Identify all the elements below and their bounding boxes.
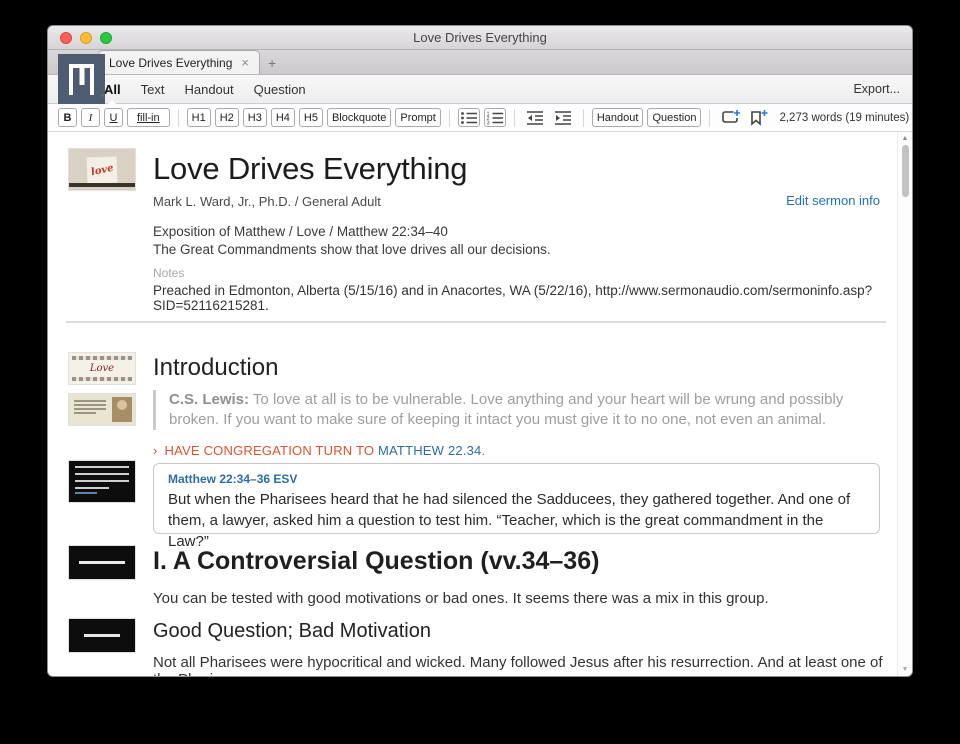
toolbar-separator (709, 109, 710, 127)
formatting-toolbar: B I U fill-in H1 H2 H3 H4 H5 Blockquote … (48, 104, 912, 132)
traffic-lights (60, 32, 112, 44)
svg-text:3: 3 (486, 120, 489, 125)
slide-thumbnail-introduction[interactable]: Love (69, 353, 135, 384)
numbered-list-icon: 123 (486, 111, 504, 125)
bullet-list-icon (460, 111, 478, 125)
subsection-heading[interactable]: Good Question; Bad Motivation (153, 620, 431, 643)
scripture-reference[interactable]: Matthew 22:34–36 ESV (168, 472, 865, 486)
add-bookmark-icon (748, 109, 768, 126)
logos-emblem-icon (69, 64, 94, 95)
logo-dropdown-caret-icon[interactable]: ▼ (99, 93, 106, 100)
slide-thumbnail-cs-lewis-quote[interactable] (69, 394, 135, 425)
sermon-editor-document[interactable]: love Love Drives Everything Mark L. Ward… (48, 132, 912, 676)
sermon-summary-line[interactable]: The Great Commandments show that love dr… (153, 242, 551, 257)
scripture-text: But when the Pharisees heard that he had… (168, 489, 865, 552)
scripture-card[interactable]: Matthew 22:34–36 ESV But when the Pharis… (153, 463, 880, 534)
window-title: Love Drives Everything (48, 26, 912, 49)
new-tab-button[interactable]: + (260, 52, 284, 74)
indent-button[interactable] (551, 108, 575, 127)
fill-in-button[interactable]: fill-in (127, 108, 170, 127)
section-1-heading[interactable]: I. A Controversial Question (vv.34–36) (153, 547, 599, 576)
tab-close-icon[interactable]: × (241, 57, 249, 69)
numbered-list-button[interactable]: 123 (484, 108, 506, 127)
thumbnail-art: love (87, 156, 118, 183)
menu-item-all[interactable]: All (104, 82, 121, 97)
h1-button[interactable]: H1 (187, 108, 211, 127)
h3-button[interactable]: H3 (243, 108, 267, 127)
blockquote-cs-lewis[interactable]: C.S. Lewis: To love at all is to be vuln… (153, 390, 887, 430)
minimize-window-button[interactable] (80, 32, 92, 44)
portrait-art (112, 397, 132, 422)
add-prompt-icon (720, 109, 740, 126)
menu-item-text[interactable]: Text (141, 82, 165, 97)
subsection-paragraph[interactable]: Not all Pharisees were hypocritical and … (153, 654, 883, 676)
vertical-scrollbar[interactable]: ▲ ▼ (897, 132, 912, 676)
toolbar-separator (449, 109, 450, 127)
menu-item-handout[interactable]: Handout (184, 82, 233, 97)
prompt-text: HAVE CONGREGATION TURN TO (165, 443, 378, 458)
edit-sermon-info-link[interactable]: Edit sermon info (786, 193, 880, 208)
add-bookmark-button[interactable] (746, 108, 770, 127)
close-window-button[interactable] (60, 32, 72, 44)
section-1-paragraph[interactable]: You can be tested with good motivations … (153, 590, 769, 607)
active-menu-caret (108, 100, 116, 104)
notes-label: Notes (153, 266, 184, 280)
slide-thumbnail-verse[interactable] (69, 461, 135, 502)
congregation-prompt[interactable]: › HAVE CONGREGATION TURN TO MATTHEW 22.34… (153, 443, 485, 458)
h4-button[interactable]: H4 (271, 108, 295, 127)
notes-text[interactable]: Preached in Edmonton, Alberta (5/15/16) … (153, 283, 912, 313)
tab-bar: Love Drives Everything × + (48, 50, 912, 75)
word-count-status: 2,273 words (19 minutes) (779, 112, 909, 124)
slide-thumbnail-section-1[interactable] (69, 546, 135, 579)
add-prompt-button[interactable] (718, 108, 742, 127)
h5-button[interactable]: H5 (299, 108, 323, 127)
toolbar-separator (178, 109, 179, 127)
export-button[interactable]: Export... (853, 82, 900, 96)
toolbar-separator (514, 109, 515, 127)
toolbar-separator (583, 109, 584, 127)
prompt-scripture-link[interactable]: MATTHEW 22.34 (378, 443, 482, 458)
slide-thumbnail-subheading[interactable] (69, 619, 135, 652)
scrollbar-thumb[interactable] (902, 145, 909, 197)
prompt-chevron-icon: › (153, 443, 158, 458)
logos-logo[interactable] (58, 54, 105, 104)
scroll-down-arrow-icon[interactable]: ▼ (898, 666, 912, 673)
quote-text: To love at all is to be vulnerable. Love… (169, 391, 843, 428)
sermon-series-line[interactable]: Exposition of Matthew / Love / Matthew 2… (153, 224, 448, 239)
scroll-up-arrow-icon[interactable]: ▲ (898, 135, 912, 142)
introduction-heading[interactable]: Introduction (153, 354, 278, 382)
bullet-list-button[interactable] (458, 108, 480, 127)
blockquote-button[interactable]: Blockquote (327, 108, 391, 127)
zoom-window-button[interactable] (100, 32, 112, 44)
outdent-icon (526, 110, 544, 126)
menu-item-question[interactable]: Question (254, 82, 306, 97)
window-titlebar[interactable]: Love Drives Everything (48, 26, 912, 50)
question-button[interactable]: Question (647, 108, 701, 127)
tab-love-drives-everything[interactable]: Love Drives Everything × (98, 50, 260, 74)
sermon-title[interactable]: Love Drives Everything (153, 151, 467, 187)
section-divider (66, 321, 886, 323)
outdent-button[interactable] (523, 108, 547, 127)
quote-speaker: C.S. Lewis: (169, 391, 249, 408)
bold-button[interactable]: B (58, 108, 77, 127)
indent-icon (554, 110, 572, 126)
view-menu-bar: All Text Handout Question Export... (48, 75, 912, 104)
handout-button[interactable]: Handout (592, 108, 644, 127)
italic-button[interactable]: I (81, 108, 100, 127)
slide-thumbnail-title[interactable]: love (69, 149, 135, 190)
prompt-button[interactable]: Prompt (395, 108, 440, 127)
h2-button[interactable]: H2 (215, 108, 239, 127)
sermon-byline[interactable]: Mark L. Ward, Jr., Ph.D. / General Adult (153, 194, 381, 209)
underline-button[interactable]: U (104, 108, 123, 127)
tab-label: Love Drives Everything (109, 56, 232, 70)
app-window: Love Drives Everything Love Drives Every… (47, 25, 913, 677)
